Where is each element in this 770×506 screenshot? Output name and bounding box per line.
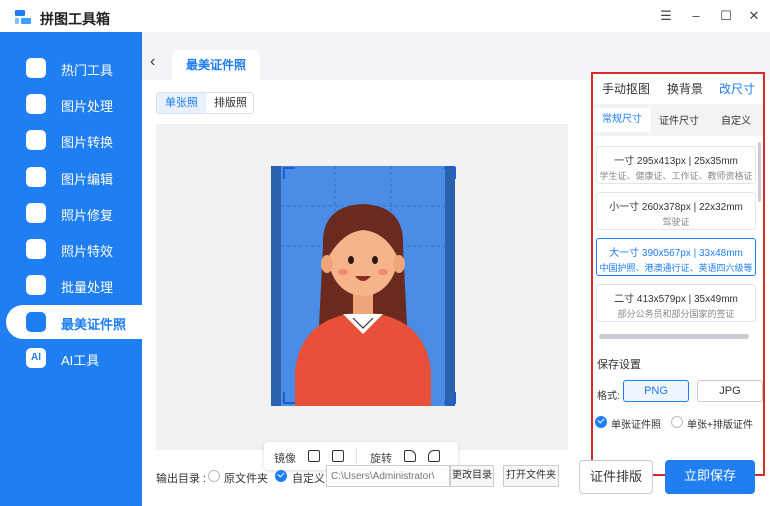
output-directory-label: 输出目录 :	[156, 473, 207, 485]
photo-effect-icon	[26, 239, 46, 259]
size-list-hscrollbar[interactable]	[599, 334, 749, 339]
settings-panel: 手动抠图 换背景 改尺寸 常规尺寸 证件尺寸 自定义 一寸 295x413px …	[591, 72, 765, 476]
sidebar-item-photo-repair[interactable]: 照片修复	[6, 196, 142, 230]
save-single-layout-label: 单张+排版证件	[687, 420, 753, 431]
sidebar-item-ai-tools[interactable]: AI AI工具	[6, 341, 142, 375]
menu-icon[interactable]: ☰	[659, 9, 673, 23]
sidebar-item-label: 热门工具	[61, 63, 114, 78]
sidebar-item-label: 图片编辑	[61, 172, 114, 187]
sidebar-item-label: AI工具	[61, 353, 100, 368]
size-option-usage: 驾驶证	[662, 217, 690, 227]
image-edit-icon	[26, 167, 46, 187]
custom-folder-label: 自定义	[292, 473, 325, 485]
open-folder-button[interactable]: 打开文件夹	[503, 465, 559, 487]
format-png-button[interactable]: PNG	[623, 380, 689, 402]
crop-corner-top-left[interactable]	[283, 167, 295, 179]
size-option-selected[interactable]: 大一寸 390x567px | 33x48mm 中国护照、港澳通行证、英语四六级…	[596, 238, 756, 276]
mirror-horizontal-icon[interactable]	[308, 450, 320, 462]
output-path-input[interactable]	[326, 465, 450, 487]
crop-corner-top-right[interactable]	[444, 167, 456, 179]
tab-manual-cutout[interactable]: 手动抠图	[602, 80, 650, 97]
sidebar-item-image-process[interactable]: 图片处理	[6, 87, 142, 121]
image-process-icon	[26, 94, 46, 114]
format-jpg-button[interactable]: JPG	[697, 380, 763, 402]
subtab-id-size[interactable]: 证件尺寸	[659, 112, 699, 127]
ai-tools-icon: AI	[26, 348, 46, 368]
size-option-dimensions: 大一寸 390x567px | 33x48mm	[609, 248, 743, 259]
toolbar-divider	[356, 449, 357, 463]
sidebar-item-batch-process[interactable]: 批量处理	[6, 268, 142, 302]
layout-photo-tab[interactable]: 排版照	[206, 93, 253, 113]
original-folder-label: 原文件夹	[224, 473, 268, 485]
sidebar-item-label: 照片修复	[61, 208, 114, 223]
tab-id-photo[interactable]: 最美证件照	[172, 50, 260, 80]
tab-change-background[interactable]: 换背景	[667, 80, 703, 97]
photo-repair-icon	[26, 203, 46, 223]
output-directory-row: 输出目录 : 原文件夹 自定义 更改目录 打开文件夹	[156, 462, 566, 490]
size-option-usage: 中国护照、港澳通行证、英语四六级等	[599, 263, 753, 273]
save-single-label: 单张证件照	[611, 420, 661, 431]
sidebar-item-image-edit[interactable]: 图片编辑	[6, 160, 142, 194]
rotate-right-icon[interactable]	[404, 450, 416, 462]
back-icon[interactable]: ‹	[150, 54, 155, 70]
size-option-usage: 部分公务员和部分国家的签证	[617, 309, 735, 319]
change-directory-button[interactable]: 更改目录	[450, 465, 494, 487]
maximize-icon[interactable]: ☐	[719, 9, 733, 23]
custom-folder-radio[interactable]	[275, 470, 287, 482]
tab-change-size[interactable]: 改尺寸	[719, 80, 755, 97]
app-title: 拼图工具箱	[40, 11, 110, 27]
batch-process-icon	[26, 275, 46, 295]
photo-canvas: 镜像 旋转	[156, 124, 568, 470]
minimize-icon[interactable]: –	[689, 9, 703, 23]
sidebar-item-image-convert[interactable]: 图片转换	[6, 123, 142, 157]
size-subtabs: 常规尺寸 证件尺寸 自定义	[593, 104, 763, 136]
mode-toggle: 单张照 排版照	[156, 92, 254, 114]
app-logo-icon	[15, 10, 31, 24]
main-content: ‹ 最美证件照 单张照 排版照 镜像 旋转 输出目录: 原文件夹 自定义 C:…	[142, 32, 770, 506]
image-convert-icon	[26, 130, 46, 150]
single-photo-tab[interactable]: 单张照	[157, 93, 206, 113]
size-option-dimensions: 二寸 413x579px | 35x49mm	[614, 294, 738, 305]
sidebar-item-photo-effect[interactable]: 照片特效	[6, 232, 142, 266]
sidebar-item-id-photo[interactable]: 最美证件照	[6, 305, 142, 339]
hot-tools-icon	[26, 58, 46, 78]
rotate-left-icon[interactable]	[428, 450, 440, 462]
sidebar-item-hot-tools[interactable]: 热门工具	[6, 51, 142, 85]
portrait-illustration	[281, 166, 445, 406]
size-list-scrollbar[interactable]	[758, 142, 761, 202]
size-option[interactable]: 二寸 413x579px | 35x49mm 部分公务员和部分国家的签证	[596, 284, 756, 322]
crop-corner-bottom-left[interactable]	[283, 392, 295, 404]
subtab-regular-size[interactable]: 常规尺寸	[593, 108, 651, 132]
save-settings-title: 保存设置	[597, 359, 641, 371]
id-layout-button[interactable]: 证件排版	[579, 460, 653, 494]
id-photo-preview	[271, 166, 455, 406]
sidebar-item-label: 图片处理	[61, 99, 114, 114]
subtab-custom-size[interactable]: 自定义	[721, 112, 751, 127]
size-option-dimensions: 一寸 295x413px | 25x35mm	[614, 156, 738, 167]
size-option[interactable]: 小一寸 260x378px | 22x32mm 驾驶证	[596, 192, 756, 230]
sidebar: 热门工具 图片处理 图片转换 图片编辑 照片修复 照片特效 批量处理 最美证件照…	[0, 32, 142, 506]
sidebar-item-label: 图片转换	[61, 135, 114, 150]
sidebar-item-label: 最美证件照	[61, 317, 127, 332]
save-now-button[interactable]: 立即保存	[665, 460, 755, 494]
mirror-vertical-icon[interactable]	[332, 450, 344, 462]
original-folder-radio[interactable]	[208, 470, 220, 482]
id-photo-icon	[26, 312, 46, 332]
save-single-radio[interactable]	[595, 416, 607, 428]
save-single-layout-radio[interactable]	[671, 416, 683, 428]
format-label: 格式:	[597, 391, 620, 402]
size-option-dimensions: 小一寸 260x378px | 22x32mm	[609, 202, 743, 213]
close-icon[interactable]: ✕	[747, 9, 761, 23]
title-bar: 拼图工具箱 ☰ – ☐ ✕	[0, 0, 770, 32]
sidebar-item-label: 照片特效	[61, 244, 114, 259]
size-option-usage: 学生证、健康证、工作证、教师资格证	[599, 171, 753, 181]
size-option[interactable]: 一寸 295x413px | 25x35mm 学生证、健康证、工作证、教师资格证	[596, 146, 756, 184]
crop-corner-bottom-right[interactable]	[444, 392, 456, 404]
sidebar-item-label: 批量处理	[61, 280, 114, 295]
